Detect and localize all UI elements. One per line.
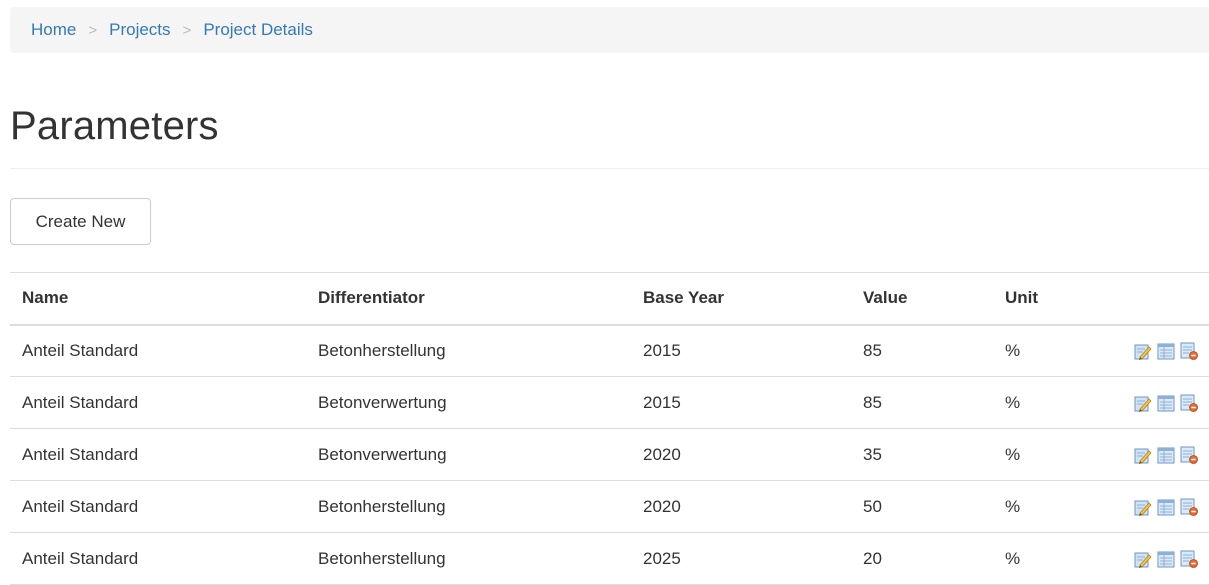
cell-differentiator: Betonverwertung <box>318 392 447 412</box>
column-header-unit: Unit <box>1005 288 1039 308</box>
cell-value: 50 <box>863 496 882 516</box>
column-header-name: Name <box>22 288 69 308</box>
page-title: Parameters <box>10 104 219 148</box>
cell-unit: % <box>1005 444 1021 464</box>
cell-base-year: 2015 <box>643 340 681 360</box>
details-icon[interactable] <box>1157 498 1175 516</box>
row-actions-group <box>1120 446 1198 464</box>
table-row: Anteil Standard Betonherstellung 2015 85% <box>10 325 1209 377</box>
edit-icon[interactable] <box>1134 446 1152 464</box>
cell-base-year: 2025 <box>643 548 681 568</box>
details-icon[interactable] <box>1157 394 1175 412</box>
cell-name: Anteil Standard <box>22 444 139 464</box>
cell-unit: % <box>1005 392 1021 412</box>
parameters-table: Name Differentiator Base Year Value Unit… <box>10 272 1209 585</box>
cell-unit: % <box>1005 496 1021 516</box>
breadcrumb: Home > Projects > Project Details <box>10 7 1209 53</box>
cell-base-year: 2015 <box>643 392 681 412</box>
edit-icon[interactable] <box>1134 394 1152 412</box>
breadcrumb-project-details-link[interactable]: Project Details <box>203 20 313 40</box>
cell-value: 35 <box>863 444 882 464</box>
cell-differentiator: Betonverwertung <box>318 444 447 464</box>
cell-name: Anteil Standard <box>22 392 139 412</box>
cell-base-year: 2020 <box>643 444 681 464</box>
column-header-differentiator: Differentiator <box>318 288 425 308</box>
delete-icon[interactable] <box>1180 498 1198 516</box>
delete-icon[interactable] <box>1180 550 1198 568</box>
cell-unit: % <box>1005 548 1021 568</box>
cell-differentiator: Betonherstellung <box>318 340 446 360</box>
edit-icon[interactable] <box>1134 550 1152 568</box>
row-actions <box>1108 429 1209 481</box>
table-body: Anteil Standard Betonherstellung 2015 85% An… <box>10 325 1209 585</box>
breadcrumb-separator: > <box>88 21 98 39</box>
table-row: Anteil Standard Betonherstellung 2020 50% <box>10 481 1209 533</box>
row-actions-group <box>1120 394 1198 412</box>
cell-name: Anteil Standard <box>22 496 139 516</box>
create-new-button[interactable]: Create New <box>10 198 151 245</box>
row-actions <box>1108 481 1209 533</box>
breadcrumb-home-link[interactable]: Home <box>31 20 76 40</box>
table-row: Anteil Standard Betonherstellung 2025 20% <box>10 533 1209 585</box>
row-actions <box>1108 325 1209 377</box>
row-actions-group <box>1120 550 1198 568</box>
row-actions <box>1108 533 1209 585</box>
breadcrumb-projects-link[interactable]: Projects <box>109 20 170 40</box>
cell-unit: % <box>1005 340 1021 360</box>
delete-icon[interactable] <box>1180 342 1198 360</box>
title-divider <box>10 168 1209 169</box>
table-row: Anteil Standard Betonverwertung 2015 85% <box>10 377 1209 429</box>
cell-differentiator: Betonherstellung <box>318 496 446 516</box>
cell-value: 85 <box>863 340 882 360</box>
breadcrumb-separator: > <box>182 21 192 39</box>
details-icon[interactable] <box>1157 550 1175 568</box>
details-icon[interactable] <box>1157 342 1175 360</box>
row-actions-group <box>1120 498 1198 516</box>
cell-value: 85 <box>863 392 882 412</box>
edit-icon[interactable] <box>1134 342 1152 360</box>
cell-base-year: 2020 <box>643 496 681 516</box>
cell-value: 20 <box>863 548 882 568</box>
cell-name: Anteil Standard <box>22 340 139 360</box>
details-icon[interactable] <box>1157 446 1175 464</box>
delete-icon[interactable] <box>1180 394 1198 412</box>
edit-icon[interactable] <box>1134 498 1152 516</box>
delete-icon[interactable] <box>1180 446 1198 464</box>
cell-differentiator: Betonherstellung <box>318 548 446 568</box>
row-actions-group <box>1120 342 1198 360</box>
column-header-value: Value <box>863 288 908 308</box>
column-header-actions <box>1108 273 1209 325</box>
column-header-base-year: Base Year <box>643 288 724 308</box>
row-actions <box>1108 377 1209 429</box>
cell-name: Anteil Standard <box>22 548 139 568</box>
table-header-row: Name Differentiator Base Year Value Unit <box>10 272 1209 325</box>
table-row: Anteil Standard Betonverwertung 2020 35% <box>10 429 1209 481</box>
